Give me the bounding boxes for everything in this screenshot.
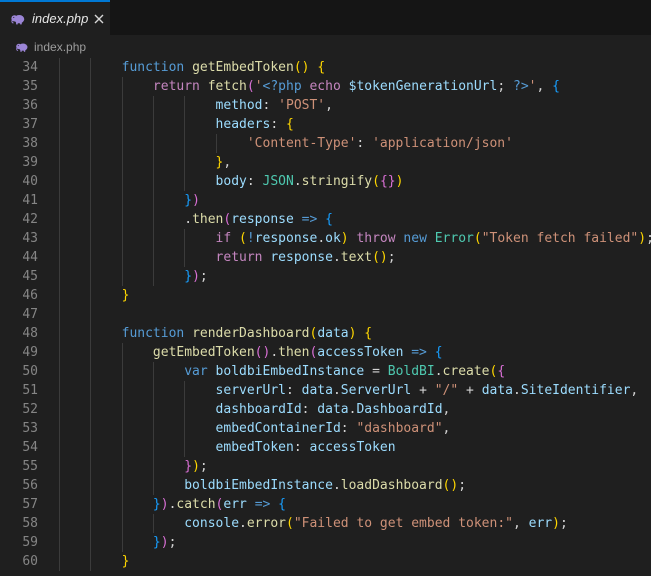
line-number: 44 [0,248,38,267]
line-number: 59 [0,533,38,552]
line-number: 49 [0,343,38,362]
code-line[interactable]: 44 return response.text(); [0,248,651,267]
line-content: dashboardId: data.DashboardId, [59,400,651,419]
line-content: var boldbiEmbedInstance = BoldBI.create(… [59,362,651,381]
line-content: if (!response.ok) throw new Error("Token… [59,229,651,248]
tab-bar: index.php [0,0,651,35]
code-line[interactable]: 40 body: JSON.stringify({}) [0,172,651,191]
line-number: 50 [0,362,38,381]
line-number: 45 [0,267,38,286]
line-number: 38 [0,134,38,153]
code-line[interactable]: 58 console.error("Failed to get embed to… [0,514,651,533]
line-number: 60 [0,552,38,571]
line-number: 47 [0,305,38,324]
code-line[interactable]: 36 method: 'POST', [0,96,651,115]
code-line[interactable]: 39 }, [0,153,651,172]
indent-guide [90,305,91,324]
breadcrumb: index.php [0,35,651,58]
code-line[interactable]: 56 boldbiEmbedInstance.loadDashboard(); [0,476,651,495]
code-line[interactable]: 59 }); [0,533,651,552]
code-line[interactable]: 34 function getEmbedToken() { [0,58,651,77]
line-content: embedContainerId: "dashboard", [59,419,651,438]
line-content [59,305,651,324]
line-number: 37 [0,115,38,134]
line-content: }) [59,191,651,210]
line-content: boldbiEmbedInstance.loadDashboard(); [59,476,651,495]
line-content: embedToken: accessToken [59,438,651,457]
line-content: }); [59,267,651,286]
line-content: return fetch('<?php echo $tokenGeneratio… [59,77,651,96]
code-line[interactable]: 49 getEmbedToken().then(accessToken => { [0,343,651,362]
line-number: 58 [0,514,38,533]
line-number: 43 [0,229,38,248]
line-content: }); [59,533,651,552]
code-line[interactable]: 38 'Content-Type': 'application/json' [0,134,651,153]
code-line[interactable]: 55 }); [0,457,651,476]
line-number: 57 [0,495,38,514]
line-number: 36 [0,96,38,115]
code-line[interactable]: 42 .then(response => { [0,210,651,229]
line-number: 46 [0,286,38,305]
line-number: 48 [0,324,38,343]
code-line[interactable]: 54 embedToken: accessToken [0,438,651,457]
code-line[interactable]: 60 } [0,552,651,571]
line-number: 53 [0,419,38,438]
line-content: }); [59,457,651,476]
line-number: 35 [0,77,38,96]
code-line[interactable]: 47 [0,305,651,324]
code-line[interactable]: 45 }); [0,267,651,286]
code-line[interactable]: 37 headers: { [0,115,651,134]
code-line[interactable]: 48 function renderDashboard(data) { [0,324,651,343]
code-line[interactable]: 57 }).catch(err => { [0,495,651,514]
code-line[interactable]: 53 embedContainerId: "dashboard", [0,419,651,438]
indent-guide [59,305,60,324]
line-number: 42 [0,210,38,229]
code-line[interactable]: 35 return fetch('<?php echo $tokenGenera… [0,77,651,96]
breadcrumb-file[interactable]: index.php [34,40,86,54]
line-content: }).catch(err => { [59,495,651,514]
line-content: body: JSON.stringify({}) [59,172,651,191]
line-content: }, [59,153,651,172]
code-line[interactable]: 43 if (!response.ok) throw new Error("To… [0,229,651,248]
line-content: function getEmbedToken() { [59,58,651,77]
line-number: 51 [0,381,38,400]
tab-title: index.php [32,11,88,26]
php-icon [15,40,29,54]
line-content: } [59,552,651,571]
line-content: getEmbedToken().then(accessToken => { [59,343,651,362]
line-content: return response.text(); [59,248,651,267]
line-content: serverUrl: data.ServerUrl + "/" + data.S… [59,381,651,400]
code-line[interactable]: 41 }) [0,191,651,210]
line-content: 'Content-Type': 'application/json' [59,134,651,153]
line-number: 55 [0,457,38,476]
code-line[interactable]: 52 dashboardId: data.DashboardId, [0,400,651,419]
line-content: } [59,286,651,305]
line-number: 34 [0,58,38,77]
code-line[interactable]: 50 var boldbiEmbedInstance = BoldBI.crea… [0,362,651,381]
code-line[interactable]: 51 serverUrl: data.ServerUrl + "/" + dat… [0,381,651,400]
line-number: 56 [0,476,38,495]
line-content: method: 'POST', [59,96,651,115]
tab-index-php[interactable]: index.php [0,0,110,35]
code-line[interactable]: 46 } [0,286,651,305]
line-content: console.error("Failed to get embed token… [59,514,651,533]
line-number: 54 [0,438,38,457]
code-area[interactable]: 34 function getEmbedToken() {35 return f… [0,58,651,571]
close-icon[interactable] [94,11,104,27]
line-number: 41 [0,191,38,210]
line-content: function renderDashboard(data) { [59,324,651,343]
line-number: 40 [0,172,38,191]
line-number: 52 [0,400,38,419]
php-icon [10,11,26,27]
line-number: 39 [0,153,38,172]
line-content: .then(response => { [59,210,651,229]
line-content: headers: { [59,115,651,134]
